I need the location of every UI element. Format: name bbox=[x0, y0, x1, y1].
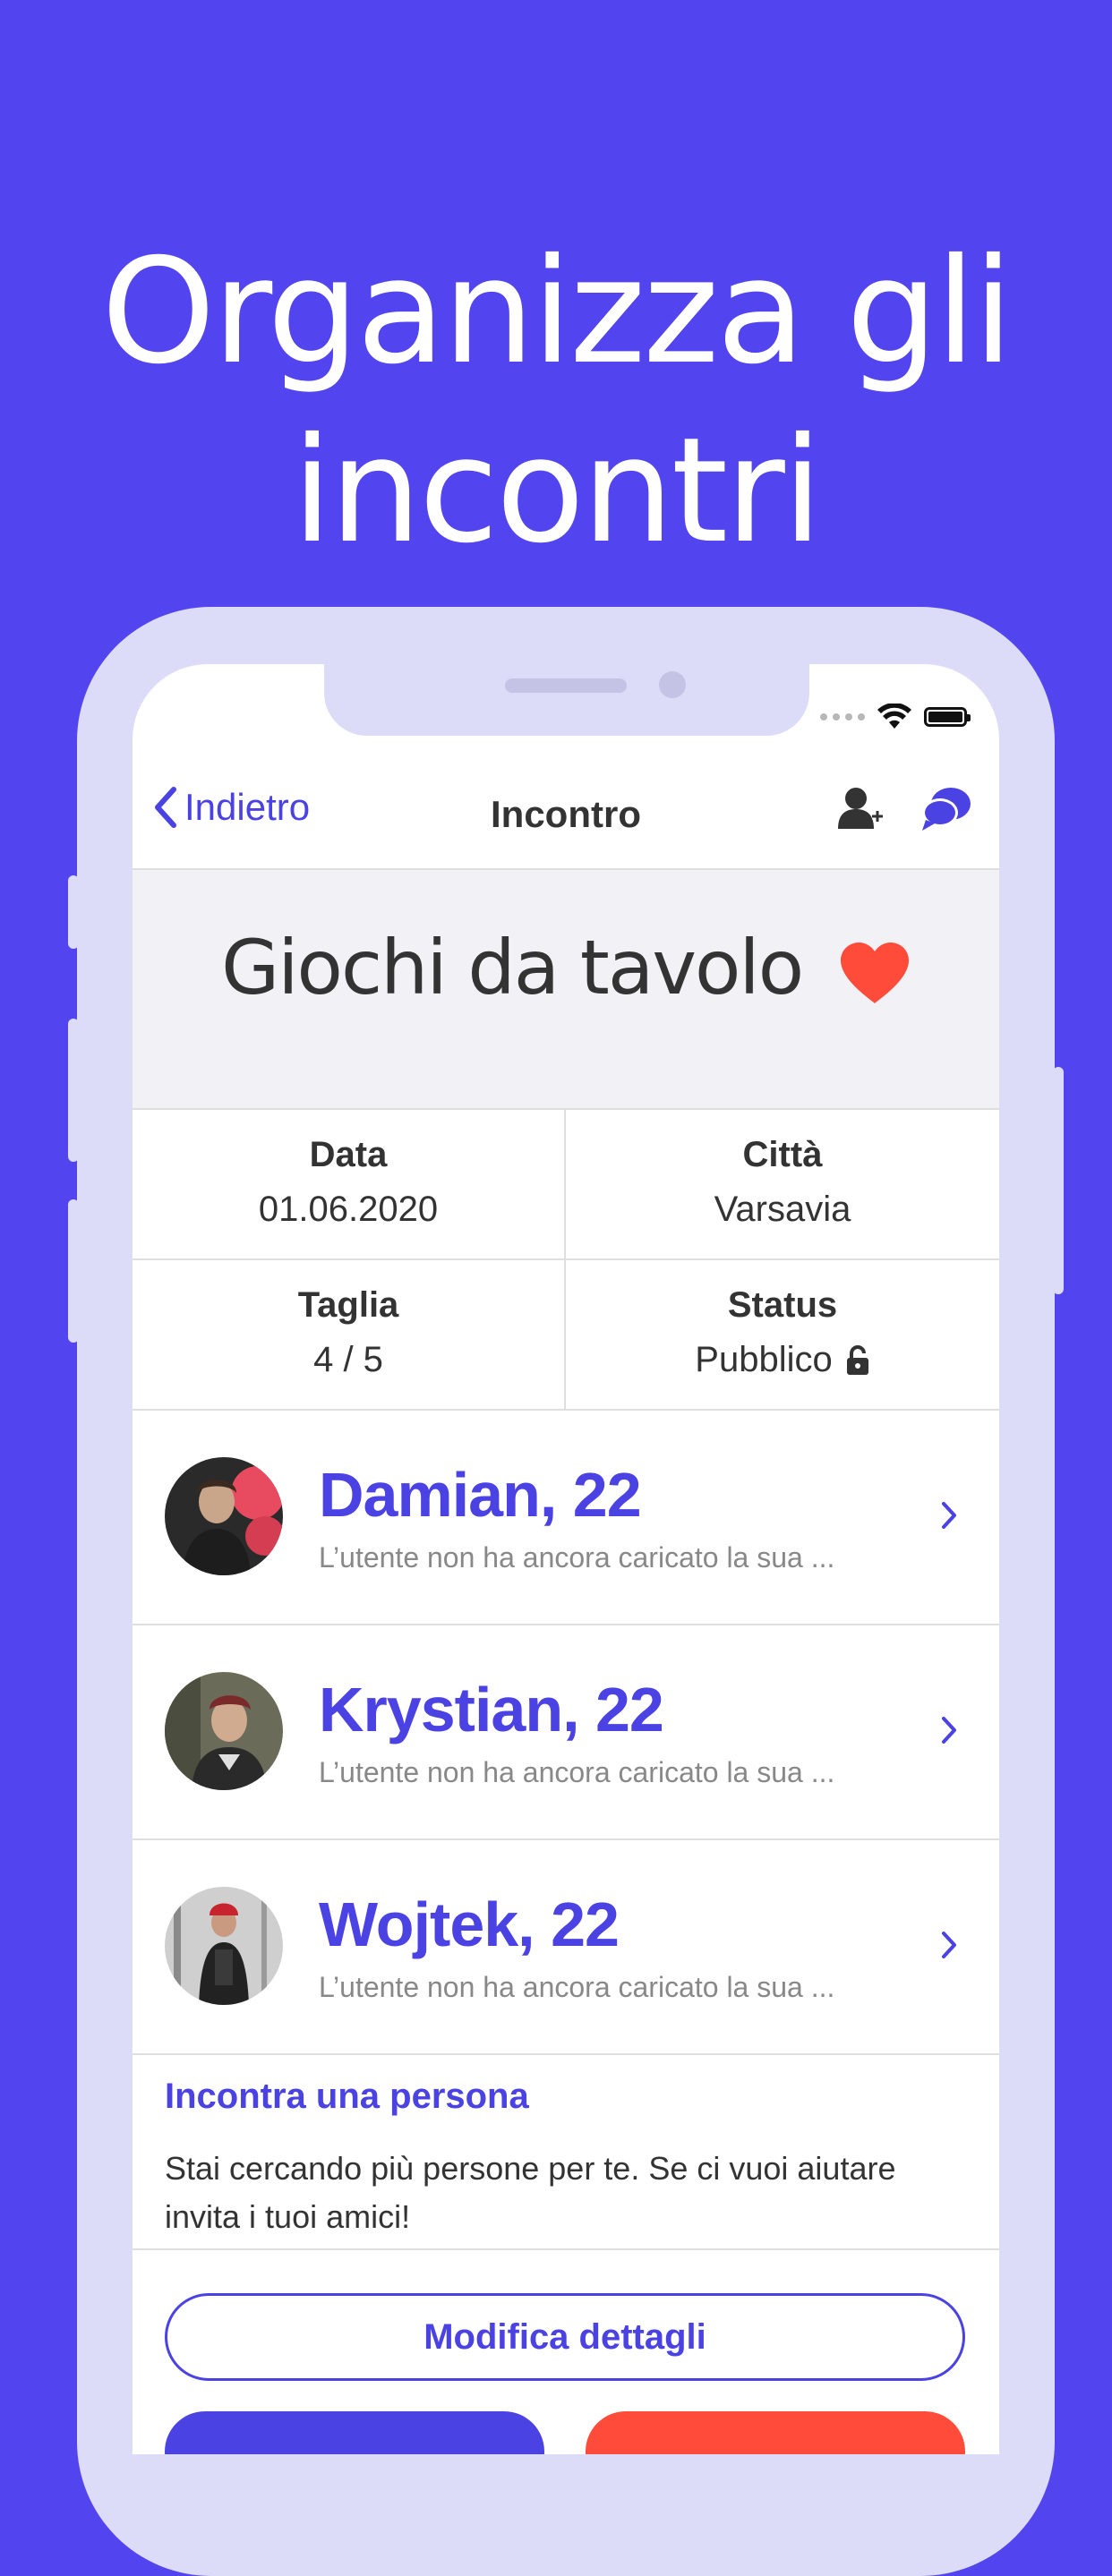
danger-action-button[interactable] bbox=[586, 2411, 965, 2454]
camera-icon bbox=[659, 671, 686, 698]
chat-icon[interactable] bbox=[920, 784, 972, 832]
headline-line-1: Organizza gli bbox=[101, 227, 1014, 397]
size-label: Taglia bbox=[297, 1285, 399, 1325]
wifi-icon bbox=[877, 704, 911, 729]
phone-volume-down bbox=[68, 1199, 79, 1343]
add-user-icon[interactable] bbox=[836, 784, 885, 832]
phone-volume-up bbox=[68, 1019, 79, 1162]
event-title: Giochi da tavolo bbox=[221, 924, 804, 1011]
phone-screen: Indietro Incontro Giochi da tavolo Data … bbox=[133, 664, 999, 2454]
status-cell: Status Pubblico bbox=[566, 1260, 999, 1409]
participant-subtitle: L’utente non ha ancora caricato la sua .… bbox=[319, 1971, 835, 2003]
avatar bbox=[165, 1457, 283, 1575]
signal-icon bbox=[820, 713, 865, 721]
status-bar bbox=[820, 704, 971, 730]
heart-icon bbox=[840, 943, 909, 1004]
event-header: Giochi da tavolo bbox=[133, 870, 999, 1110]
edit-details-button[interactable]: Modifica dettagli bbox=[165, 2293, 965, 2381]
lock-open-icon bbox=[846, 1344, 868, 1375]
participant-name: Damian, 22 bbox=[319, 1460, 642, 1530]
phone-mute-switch bbox=[68, 875, 79, 949]
status-label: Status bbox=[727, 1285, 838, 1325]
chevron-right-icon bbox=[942, 1932, 956, 1958]
speaker-icon bbox=[505, 678, 627, 693]
date-cell: Data 01.06.2020 bbox=[133, 1110, 566, 1258]
avatar bbox=[165, 1887, 283, 2005]
phone-notch bbox=[324, 664, 809, 736]
participant-subtitle: L’utente non ha ancora caricato la sua .… bbox=[319, 1541, 835, 1574]
headline-line-2: incontri bbox=[292, 406, 823, 576]
participant-row[interactable]: Krystian, 22 L’utente non ha ancora cari… bbox=[133, 1625, 999, 1840]
status-value: Pubblico bbox=[695, 1340, 833, 1379]
participant-row[interactable]: Damian, 22 L’utente non ha ancora carica… bbox=[133, 1411, 999, 1625]
navigation-bar: Indietro Incontro bbox=[133, 754, 999, 870]
size-value: 4 / 5 bbox=[313, 1340, 383, 1379]
city-cell: Città Varsavia bbox=[566, 1110, 999, 1258]
chevron-right-icon bbox=[942, 1717, 956, 1744]
participant-row[interactable]: Wojtek, 22 L’utente non ha ancora carica… bbox=[133, 1840, 999, 2055]
meet-text: Stai cercando più persone per te. Se ci … bbox=[165, 2150, 896, 2235]
date-label: Data bbox=[309, 1135, 388, 1174]
phone-power-button bbox=[1053, 1067, 1064, 1294]
event-details: Data 01.06.2020 Città Varsavia Taglia 4 … bbox=[133, 1110, 999, 1411]
meet-title: Incontra una persona bbox=[165, 2077, 529, 2116]
primary-action-button[interactable] bbox=[165, 2411, 544, 2454]
participant-name: Wojtek, 22 bbox=[319, 1889, 620, 1959]
meet-section: Incontra una persona Stai cercando più p… bbox=[133, 2053, 999, 2250]
battery-icon bbox=[924, 707, 971, 727]
city-value: Varsavia bbox=[714, 1190, 851, 1229]
chevron-right-icon bbox=[942, 1502, 956, 1529]
participants-list: Damian, 22 L’utente non ha ancora carica… bbox=[133, 1411, 999, 2055]
date-value: 01.06.2020 bbox=[258, 1190, 439, 1229]
size-cell: Taglia 4 / 5 bbox=[133, 1260, 566, 1409]
headline: Organizza gli incontri bbox=[0, 223, 1112, 581]
city-label: Città bbox=[742, 1135, 823, 1174]
avatar bbox=[165, 1672, 283, 1790]
participant-name: Krystian, 22 bbox=[319, 1675, 664, 1744]
participant-subtitle: L’utente non ha ancora caricato la sua .… bbox=[319, 1756, 835, 1788]
